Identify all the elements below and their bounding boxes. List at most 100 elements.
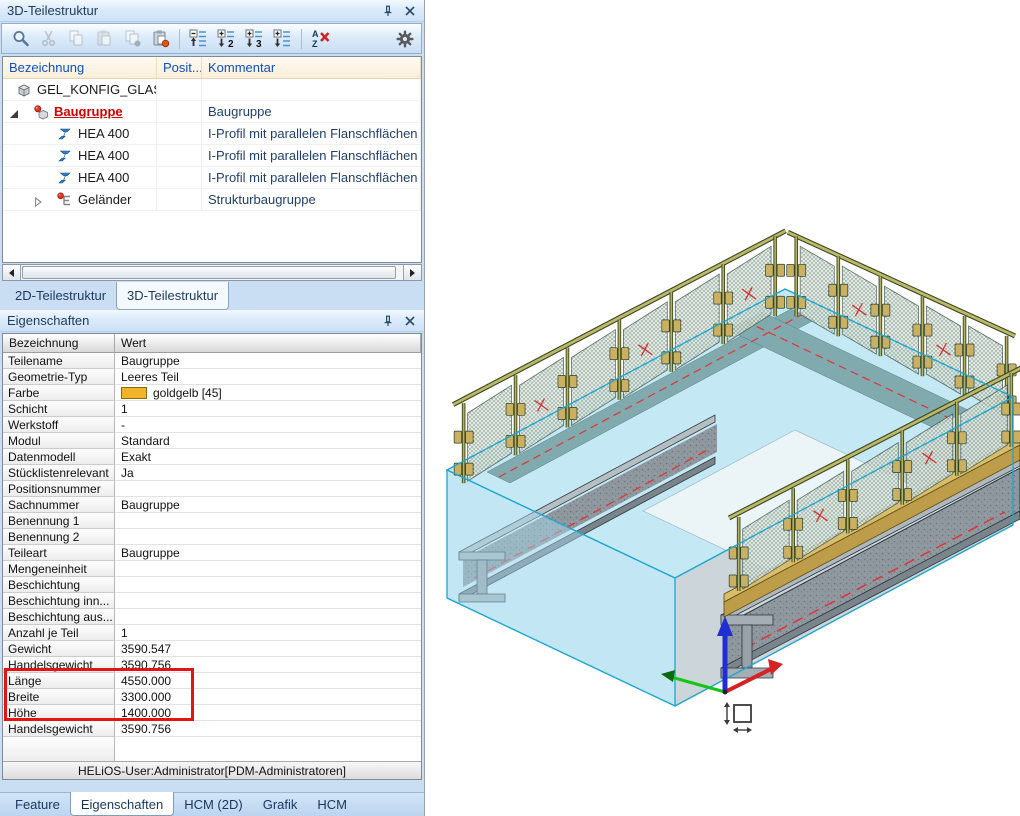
- find-icon[interactable]: [8, 26, 33, 51]
- property-label: Werkstoff: [3, 417, 115, 433]
- property-row: DatenmodellExakt: [3, 449, 421, 465]
- property-label: Anzahl je Teil: [3, 625, 115, 641]
- property-value[interactable]: 1: [115, 401, 421, 417]
- close-icon[interactable]: [402, 3, 418, 19]
- close-icon[interactable]: [402, 313, 418, 329]
- cut-icon[interactable]: [36, 26, 61, 51]
- tree-column-bezeichnung[interactable]: Bezeichnung: [3, 57, 157, 78]
- collapse-all-icon[interactable]: [186, 26, 211, 51]
- expand-level-2-icon[interactable]: 2: [214, 26, 239, 51]
- bottom-dock-tabs: FeatureEigenschaftenHCM (2D)GrafikHCM: [0, 792, 424, 816]
- property-value[interactable]: 1400.000: [115, 705, 421, 721]
- expanded-arrow-icon[interactable]: [9, 107, 19, 117]
- collapsed-arrow-icon[interactable]: [33, 195, 43, 205]
- property-value[interactable]: 3590.547: [115, 641, 421, 657]
- pin-icon[interactable]: [380, 313, 396, 329]
- tree-column-position[interactable]: Posit...: [157, 57, 202, 78]
- viewport-3d[interactable]: [424, 0, 1020, 816]
- tree-item-comment: Strukturbaugruppe: [202, 189, 421, 211]
- scroll-right-button[interactable]: [403, 265, 421, 280]
- property-value[interactable]: Exakt: [115, 449, 421, 465]
- property-label: Höhe: [3, 705, 115, 721]
- property-label: Benennung 2: [3, 529, 115, 545]
- tree-row[interactable]: GEL_KONFIG_GLAS...: [3, 79, 421, 101]
- property-row-empty: [3, 737, 421, 764]
- scroll-left-button[interactable]: [3, 265, 21, 280]
- property-label: Teilename: [3, 353, 115, 369]
- tab-feature[interactable]: Feature: [5, 793, 70, 816]
- tree-row[interactable]: HEA 400I-Profil mit parallelen Flanschfl…: [3, 167, 421, 189]
- property-row: SachnummerBaugruppe: [3, 497, 421, 513]
- property-label: Handelsgewicht: [3, 721, 115, 737]
- property-value[interactable]: 4550.000: [115, 673, 421, 689]
- property-value[interactable]: [115, 593, 421, 609]
- expand-level-3-icon[interactable]: 3: [242, 26, 267, 51]
- property-row: Gewicht3590.547: [3, 641, 421, 657]
- property-row: Breite3300.000: [3, 689, 421, 705]
- tab-3d-teilestruktur[interactable]: 3D-Teilestruktur: [116, 282, 229, 310]
- settings-gear-icon[interactable]: [392, 26, 417, 51]
- property-row: TeilenameBaugruppe: [3, 353, 421, 369]
- property-label: Gewicht: [3, 641, 115, 657]
- scrollbar-thumb[interactable]: [22, 266, 396, 279]
- property-label: Geometrie-Typ: [3, 369, 115, 385]
- property-value[interactable]: 3300.000: [115, 689, 421, 705]
- property-row: Farbegoldgelb [45]: [3, 385, 421, 401]
- property-value[interactable]: Leeres Teil: [115, 369, 421, 385]
- viewport-3d-canvas[interactable]: [425, 0, 1020, 816]
- remove-sorting-icon[interactable]: AZ: [308, 26, 333, 51]
- property-row: Benennung 1: [3, 513, 421, 529]
- property-value[interactable]: [115, 481, 421, 497]
- expand-all-icon[interactable]: [270, 26, 295, 51]
- property-value[interactable]: 3590.756: [115, 657, 421, 673]
- property-value[interactable]: [115, 609, 421, 625]
- tab-hcm-2d[interactable]: HCM (2D): [174, 793, 253, 816]
- copy-contents-icon[interactable]: [120, 26, 145, 51]
- property-row: TeileartBaugruppe: [3, 545, 421, 561]
- property-label: Beschichtung: [3, 577, 115, 593]
- svg-text:A: A: [312, 29, 319, 39]
- property-value[interactable]: [115, 513, 421, 529]
- paste-contents-icon[interactable]: [148, 26, 173, 51]
- property-value[interactable]: Baugruppe: [115, 497, 421, 513]
- tab-2d-teilestruktur[interactable]: 2D-Teilestruktur: [5, 283, 116, 310]
- tab-eigenschaften[interactable]: Eigenschaften: [70, 792, 174, 816]
- tree-item-comment: I-Profil mit parallelen Flanschflächen: [202, 145, 421, 167]
- tree-item-position: [157, 145, 202, 167]
- property-value[interactable]: [115, 561, 421, 577]
- property-row: Beschichtung inn...: [3, 593, 421, 609]
- tree-item-comment: [202, 79, 421, 101]
- property-value[interactable]: Baugruppe: [115, 545, 421, 561]
- property-value[interactable]: Standard: [115, 433, 421, 449]
- property-value[interactable]: 1: [115, 625, 421, 641]
- tree-column-kommentar[interactable]: Kommentar: [202, 57, 421, 78]
- property-value[interactable]: Ja: [115, 465, 421, 481]
- tab-hcm[interactable]: HCM: [307, 793, 357, 816]
- tree-row[interactable]: HEA 400I-Profil mit parallelen Flanschfl…: [3, 145, 421, 167]
- property-value[interactable]: [115, 529, 421, 545]
- property-value[interactable]: -: [115, 417, 421, 433]
- property-value: [115, 737, 421, 764]
- tree-row[interactable]: HEA 400I-Profil mit parallelen Flanschfl…: [3, 123, 421, 145]
- property-label: Beschichtung aus...: [3, 609, 115, 625]
- pin-icon[interactable]: [380, 3, 396, 19]
- property-row: Handelsgewicht3590.756: [3, 721, 421, 737]
- property-value[interactable]: [115, 577, 421, 593]
- beam-profile-icon: [57, 148, 73, 164]
- property-row: StücklistenrelevantJa: [3, 465, 421, 481]
- property-row: Schicht1: [3, 401, 421, 417]
- tab-grafik[interactable]: Grafik: [253, 793, 308, 816]
- tree-row[interactable]: GeländerStrukturbaugruppe: [3, 189, 421, 211]
- properties-column-wert: Wert: [115, 334, 421, 352]
- property-value[interactable]: 3590.756: [115, 721, 421, 737]
- copy-icon[interactable]: [64, 26, 89, 51]
- property-label: Mengeneinheit: [3, 561, 115, 577]
- dock-panel-column: 3D-Teilestruktur 23 AZ Bezeichnung Posit.…: [0, 0, 424, 816]
- properties-header: Bezeichnung Wert: [3, 334, 421, 353]
- tree-row[interactable]: BaugruppeBaugruppe: [3, 101, 421, 123]
- property-value[interactable]: goldgelb [45]: [115, 385, 421, 401]
- property-value[interactable]: Baugruppe: [115, 353, 421, 369]
- tree-item-label: Baugruppe: [3, 104, 123, 119]
- svg-text:Z: Z: [312, 39, 318, 49]
- paste-icon[interactable]: [92, 26, 117, 51]
